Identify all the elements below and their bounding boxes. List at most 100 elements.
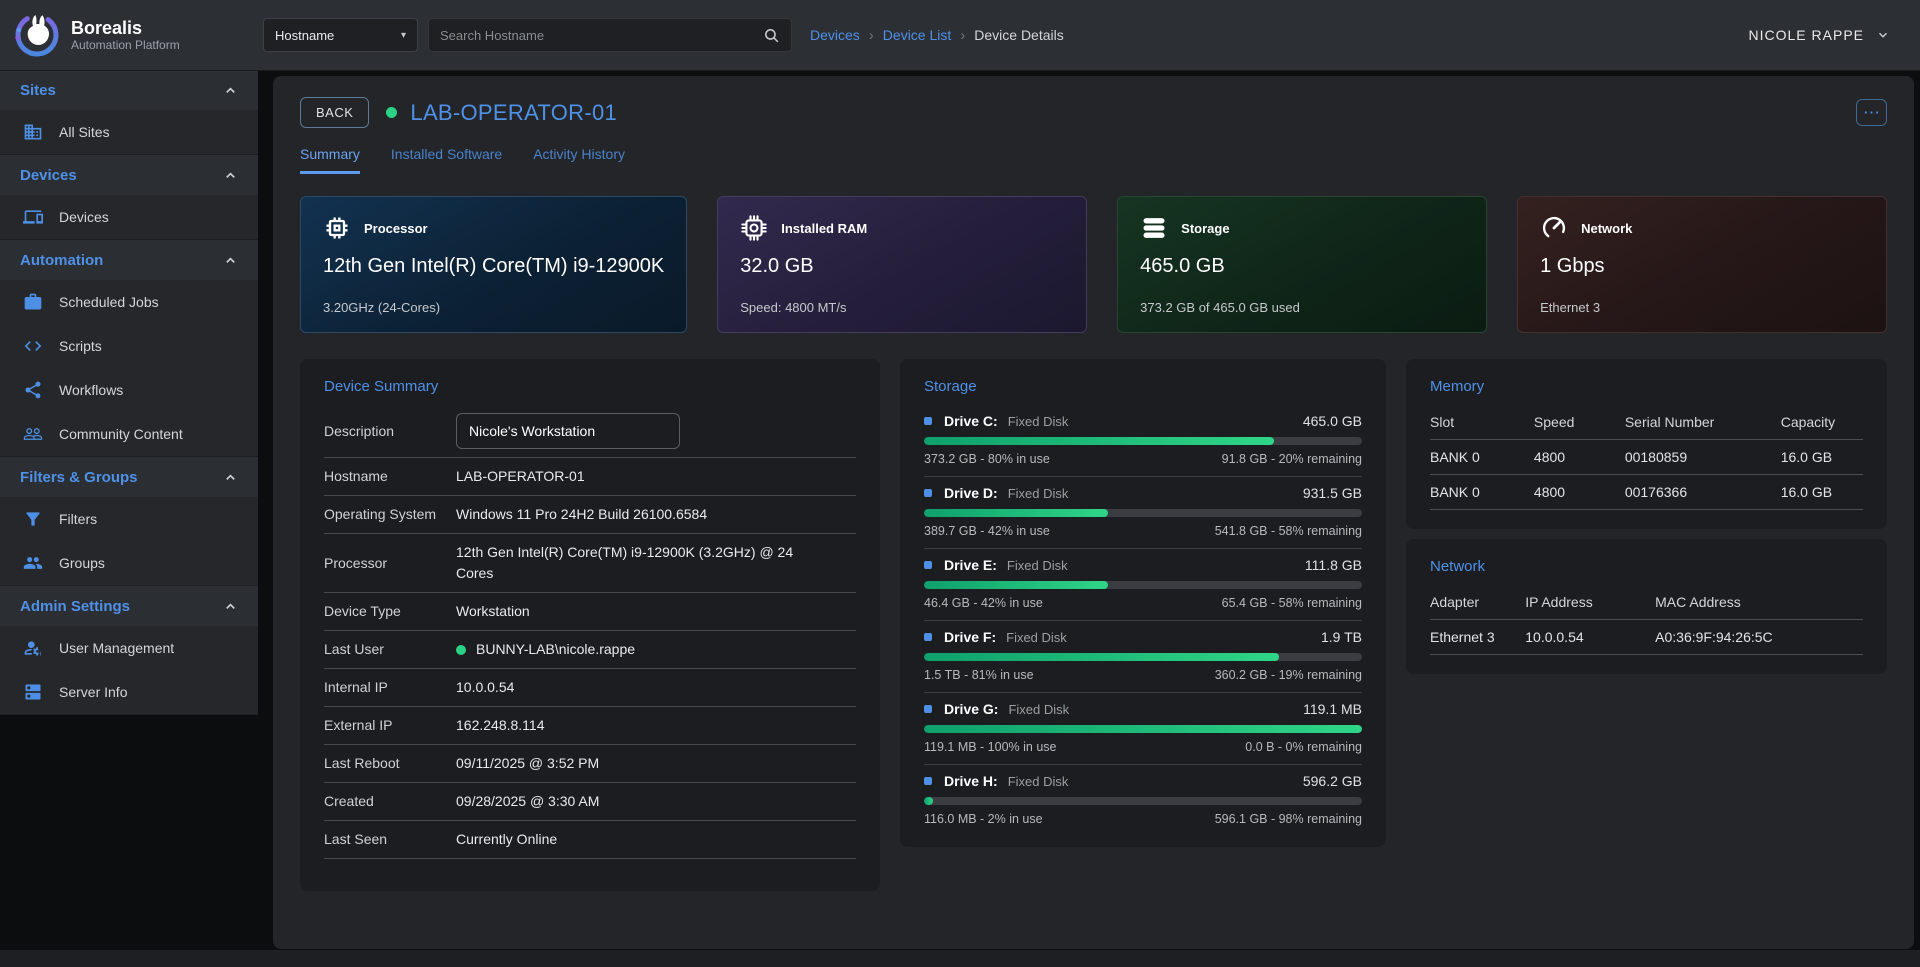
back-button[interactable]: BACK	[300, 97, 369, 128]
drive-size: 119.1 MB	[1303, 701, 1362, 717]
breadcrumb-separator: ›	[960, 27, 965, 44]
nav-item-label: User Management	[59, 640, 174, 656]
sidebar-item-all-sites[interactable]: All Sites	[0, 110, 258, 154]
cell-serial: 00180859	[1625, 449, 1781, 465]
row-value: 12th Gen Intel(R) Core(TM) i9-12900K (3.…	[456, 542, 856, 584]
brand-name: Borealis	[71, 18, 180, 39]
sidebar-item-groups[interactable]: Groups	[0, 541, 258, 585]
drive-row-e: Drive E: Fixed Disk 111.8 GB 46.4 GB - 4…	[924, 549, 1362, 621]
tab-bar: Summary Installed Software Activity Hist…	[300, 146, 1887, 174]
briefcase-icon	[23, 292, 43, 312]
chevron-up-icon	[223, 83, 238, 98]
sidebar-header-automation[interactable]: Automation	[0, 240, 258, 280]
stat-footer: 373.2 GB of 465.0 GB used	[1140, 300, 1464, 315]
nav-item-label: Groups	[59, 555, 105, 571]
sidebar-section-admin-settings: Admin Settings User Management Server In…	[0, 586, 258, 715]
column-header: IP Address	[1525, 594, 1655, 610]
drive-bullet-icon	[924, 777, 932, 785]
sidebar-section-devices: Devices Devices	[0, 155, 258, 240]
hostname-filter-select[interactable]: Hostname ▾	[263, 18, 418, 52]
stat-label: Installed RAM	[781, 221, 867, 236]
user-menu[interactable]: NICOLE RAPPE	[1749, 27, 1890, 43]
sidebar-item-workflows[interactable]: Workflows	[0, 368, 258, 412]
drive-remaining: 65.4 GB - 58% remaining	[1222, 596, 1362, 610]
topbar: Borealis Automation Platform Hostname ▾ …	[0, 0, 1920, 70]
drive-remaining: 0.0 B - 0% remaining	[1245, 740, 1362, 754]
search-box[interactable]	[428, 18, 792, 52]
tab-activity-history[interactable]: Activity History	[533, 146, 625, 174]
sidebar-item-devices[interactable]: Devices	[0, 195, 258, 239]
drive-type: Fixed Disk	[1008, 702, 1069, 717]
sidebar-header-devices[interactable]: Devices	[0, 155, 258, 195]
drive-row-h: Drive H: Fixed Disk 596.2 GB 116.0 MB - …	[924, 765, 1362, 828]
row-value: LAB-OPERATOR-01	[456, 466, 856, 487]
more-options-button[interactable]: ⋯	[1856, 99, 1887, 126]
drive-size: 111.8 GB	[1305, 557, 1362, 573]
stat-card-storage: Storage 465.0 GB 373.2 GB of 465.0 GB us…	[1117, 196, 1487, 333]
row-value: 09/11/2025 @ 3:52 PM	[456, 753, 856, 774]
stat-value: 32.0 GB	[740, 255, 1064, 278]
brand-tagline: Automation Platform	[71, 38, 180, 52]
stat-label: Processor	[364, 221, 428, 236]
sidebar-item-user-management[interactable]: User Management	[0, 626, 258, 670]
sidebar-item-scheduled-jobs[interactable]: Scheduled Jobs	[0, 280, 258, 324]
tab-installed-software[interactable]: Installed Software	[391, 146, 502, 174]
sidebar-item-server-info[interactable]: Server Info	[0, 670, 258, 714]
sidebar-item-scripts[interactable]: Scripts	[0, 324, 258, 368]
device-header: BACK LAB-OPERATOR-01 ⋯	[300, 97, 1887, 128]
sidebar-header-admin-settings[interactable]: Admin Settings	[0, 586, 258, 626]
network-table-header: Adapter IP Address MAC Address	[1430, 585, 1863, 620]
drive-bullet-icon	[924, 705, 932, 713]
nav-item-label: Scheduled Jobs	[59, 294, 159, 310]
tab-summary[interactable]: Summary	[300, 146, 360, 174]
breadcrumb-device-list[interactable]: Device List	[883, 27, 951, 43]
ram-icon	[740, 214, 768, 242]
drive-size: 596.2 GB	[1303, 773, 1362, 789]
stat-label: Storage	[1181, 221, 1229, 236]
row-label: External IP	[324, 716, 442, 735]
breadcrumb-devices[interactable]: Devices	[810, 27, 860, 43]
drive-type: Fixed Disk	[1008, 414, 1069, 429]
memory-table-header: Slot Speed Serial Number Capacity	[1430, 405, 1863, 440]
column-header: Capacity	[1781, 414, 1863, 430]
drive-type: Fixed Disk	[1006, 630, 1067, 645]
breadcrumb-separator: ›	[869, 27, 874, 44]
sidebar-section-automation: Automation Scheduled Jobs Scripts Workfl…	[0, 240, 258, 457]
building-icon	[23, 122, 43, 142]
cell-serial: 00176366	[1625, 484, 1781, 500]
memory-panel: Memory Slot Speed Serial Number Capacity…	[1406, 359, 1887, 529]
description-input[interactable]	[456, 413, 680, 449]
sidebar-header-sites[interactable]: Sites	[0, 70, 258, 110]
stat-card-ram: Installed RAM 32.0 GB Speed: 4800 MT/s	[717, 196, 1087, 333]
storage-icon	[1140, 214, 1168, 242]
summary-row-external-ip: External IP 162.248.8.114	[324, 707, 856, 745]
sidebar-item-community-content[interactable]: Community Content	[0, 412, 258, 456]
nav-item-label: Workflows	[59, 382, 123, 398]
stat-footer: Speed: 4800 MT/s	[740, 300, 1064, 315]
sidebar-header-filters-groups[interactable]: Filters & Groups	[0, 457, 258, 497]
row-label: Operating System	[324, 505, 442, 524]
stat-value: 1 Gbps	[1540, 255, 1864, 278]
stat-footer: Ethernet 3	[1540, 300, 1864, 315]
search-input[interactable]	[440, 28, 763, 43]
drive-name: Drive H:	[944, 773, 998, 789]
drive-remaining: 360.2 GB - 19% remaining	[1215, 668, 1362, 682]
sidebar-item-filters[interactable]: Filters	[0, 497, 258, 541]
chevron-up-icon	[223, 470, 238, 485]
summary-row-last-user: Last User BUNNY-LAB\nicole.rappe	[324, 631, 856, 669]
stat-card-processor: Processor 12th Gen Intel(R) Core(TM) i9-…	[300, 196, 687, 333]
drive-usage-bar	[924, 797, 1362, 805]
drive-type: Fixed Disk	[1008, 486, 1069, 501]
summary-row-last-seen: Last Seen Currently Online	[324, 821, 856, 859]
network-panel: Network Adapter IP Address MAC Address E…	[1406, 539, 1887, 674]
cell-slot: BANK 0	[1430, 449, 1534, 465]
memory-table-row: BANK 0 4800 00176366 16.0 GB	[1430, 475, 1863, 510]
drive-used: 46.4 GB - 42% in use	[924, 596, 1043, 610]
online-dot	[456, 645, 466, 655]
drive-name: Drive F:	[944, 629, 996, 645]
column-header: MAC Address	[1655, 594, 1863, 610]
chevron-up-icon	[223, 599, 238, 614]
brand-logo[interactable]: Borealis Automation Platform	[0, 11, 258, 59]
summary-row-os: Operating System Windows 11 Pro 24H2 Bui…	[324, 496, 856, 534]
nav-item-label: Filters	[59, 511, 97, 527]
